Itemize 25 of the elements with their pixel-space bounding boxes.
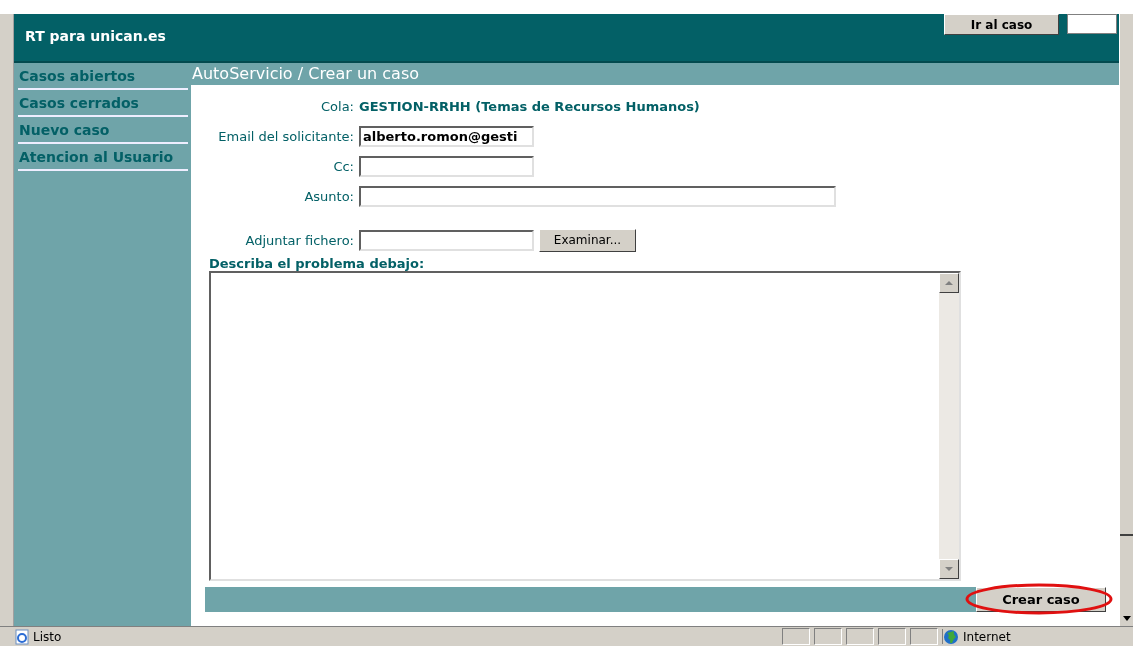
page-title: AutoServicio / Crear un caso (191, 63, 1120, 85)
status-text: Listo (33, 629, 63, 644)
globe-icon (943, 628, 959, 645)
scrollbar[interactable] (939, 273, 959, 579)
page-scrollbar[interactable] (1119, 14, 1133, 626)
text-field[interactable] (359, 185, 836, 207)
scroll-up-icon[interactable] (939, 273, 959, 293)
page-icon (14, 628, 30, 645)
go-to-case-button[interactable]: Ir al caso (944, 14, 1060, 35)
browse-button[interactable]: Examinar... (539, 228, 636, 252)
field-label: Cola: (320, 98, 354, 114)
queue-value: GESTION-RRHH (Temas de Recursos Humanos) (359, 98, 700, 114)
scroll-down-icon[interactable] (939, 559, 959, 579)
field-label: Asunto: (303, 188, 354, 204)
text-field[interactable] (359, 155, 534, 177)
site-title: RT para unican.es (25, 28, 166, 44)
file-field[interactable] (359, 229, 534, 251)
zone-text: Internet (963, 629, 1011, 644)
text-field[interactable]: alberto.romon@gesti (359, 125, 534, 147)
field-label: Cc: (332, 158, 354, 174)
field-label: Adjuntar fichero: (244, 232, 354, 248)
field-label: Email del solicitante: (217, 128, 354, 144)
case-number-field[interactable] (1067, 14, 1118, 34)
description-field[interactable] (209, 271, 961, 581)
description-label: Describa el problema debajo: (209, 256, 426, 271)
